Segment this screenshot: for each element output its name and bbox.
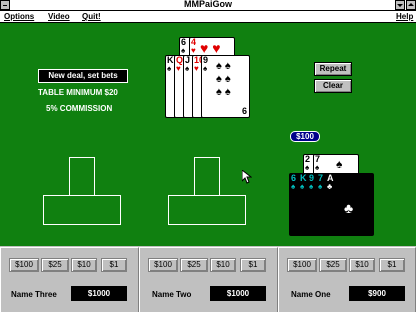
title-bar: MMPaiGow	[0, 0, 416, 11]
chip-10-button[interactable]: $10	[71, 258, 97, 272]
new-deal-button[interactable]: New deal, set bets	[38, 69, 128, 83]
spot-two-low-hand[interactable]	[168, 195, 246, 225]
bankroll-display: $1000	[71, 286, 127, 301]
repeat-button[interactable]: Repeat	[314, 62, 352, 76]
player-front-card-5: A ♣ ♣	[325, 173, 374, 236]
bankroll-display: $1000	[210, 286, 266, 301]
dealer-front-card-5: 9 ♠ ♠ ♠ ♠ ♠ ♠ ♠ 6	[201, 55, 250, 118]
chip-1-button[interactable]: $1	[101, 258, 127, 272]
spot-three-low-hand[interactable]	[43, 195, 121, 225]
spot-two-high-hand[interactable]	[194, 157, 220, 196]
chip-25-button[interactable]: $25	[319, 258, 347, 272]
chip-1-button[interactable]: $1	[240, 258, 266, 272]
player-name: Name Two	[152, 290, 192, 299]
menu-quit[interactable]: Quit!	[82, 12, 101, 21]
clear-button[interactable]: Clear	[314, 79, 352, 93]
club-icon: ♣	[344, 200, 354, 216]
player-panel-three: $100 $25 $10 $1 Name Three $1000	[0, 247, 139, 312]
spade-icon: ♠	[336, 157, 343, 171]
chip-100-button[interactable]: $100	[148, 258, 178, 272]
menu-bar: Options Video Quit! Help	[0, 11, 416, 23]
chip-100-button[interactable]: $100	[9, 258, 39, 272]
heart-icon: ♥ ♥	[200, 40, 221, 56]
chip-25-button[interactable]: $25	[180, 258, 208, 272]
spot-three-high-hand[interactable]	[69, 157, 95, 196]
chip-100-button[interactable]: $100	[287, 258, 317, 272]
bankroll-display: $900	[349, 286, 405, 301]
player-name: Name One	[291, 290, 331, 299]
player-name: Name Three	[11, 290, 57, 299]
commission-label: 5% COMMISSION	[46, 104, 113, 113]
window-title: MMPaiGow	[183, 0, 232, 9]
menu-help[interactable]: Help	[396, 12, 413, 21]
chip-10-button[interactable]: $10	[349, 258, 375, 272]
table-minimum-label: TABLE MINIMUM $20	[38, 88, 118, 97]
chip-25-button[interactable]: $25	[41, 258, 69, 272]
mouse-cursor-icon	[242, 170, 252, 184]
maximize-arrow-icon	[408, 3, 414, 6]
chip-1-button[interactable]: $1	[379, 258, 405, 272]
spade-pips-icon: ♠ ♠ ♠ ♠ ♠ ♠	[216, 60, 231, 98]
menu-video[interactable]: Video	[48, 12, 70, 21]
minimize-arrow-icon	[397, 4, 403, 7]
maximize-button[interactable]	[406, 0, 416, 10]
player-panel-one: $100 $25 $10 $1 Name One $900	[278, 247, 416, 312]
minimize-button[interactable]	[395, 0, 405, 10]
chip-10-button[interactable]: $10	[210, 258, 236, 272]
menu-options[interactable]: Options	[4, 12, 34, 21]
bet-amount-badge: $100	[290, 131, 320, 142]
player-panel-two: $100 $25 $10 $1 Name Two $1000	[139, 247, 278, 312]
